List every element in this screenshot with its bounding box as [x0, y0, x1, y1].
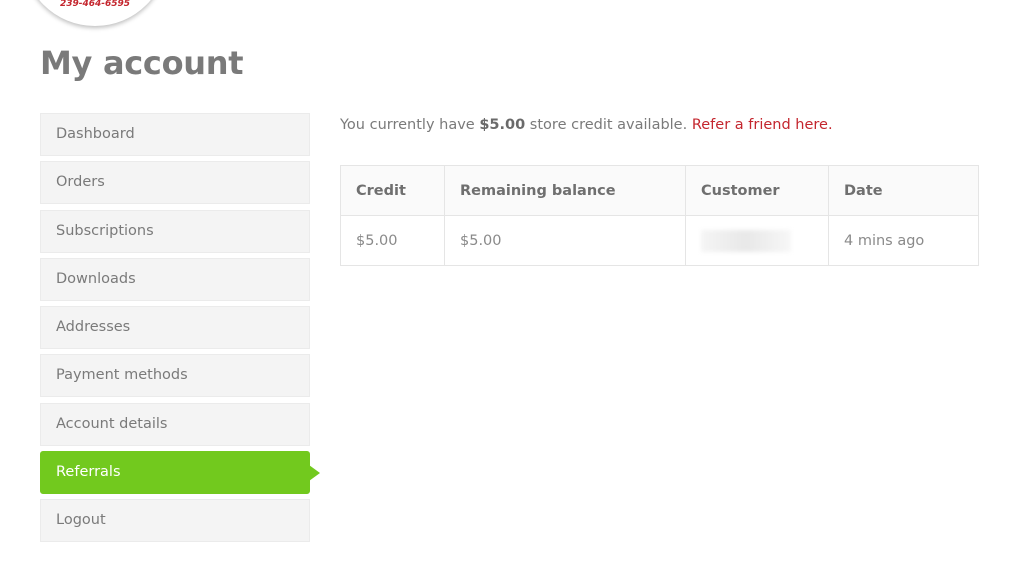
column-header-credit: Credit [340, 165, 445, 216]
cell-date: 4 mins ago [828, 215, 979, 266]
store-credit-message: You currently have $5.00 store credit av… [340, 117, 833, 133]
logo-phone: 239-464-6595 [59, 0, 131, 9]
account-navigation: Dashboard Orders Subscriptions Downloads… [40, 113, 322, 548]
column-header-date: Date [828, 165, 979, 216]
nav-item-logout[interactable]: Logout [40, 499, 310, 543]
nav-item-downloads[interactable]: Downloads [40, 257, 310, 301]
table-header-row: Credit Remaining balance Customer Date [340, 165, 979, 216]
column-header-remaining-balance: Remaining balance [444, 165, 686, 216]
redacted-customer [701, 229, 791, 252]
nav-item-payment-methods[interactable]: Payment methods [40, 354, 310, 398]
column-header-customer: Customer [685, 165, 829, 216]
cell-credit: $5.00 [340, 215, 445, 266]
refer-friend-link[interactable]: Refer a friend here. [692, 117, 833, 133]
nav-item-referrals[interactable]: Referrals [40, 450, 322, 496]
store-logo[interactable]: 239-464-6595 [22, 0, 168, 26]
message-suffix: store credit available. [525, 117, 692, 133]
referrals-table: Credit Remaining balance Customer Date $… [340, 165, 979, 266]
nav-item-orders[interactable]: Orders [40, 161, 310, 205]
nav-item-dashboard[interactable]: Dashboard [40, 113, 310, 156]
nav-item-subscriptions[interactable]: Subscriptions [40, 209, 310, 253]
nav-item-addresses[interactable]: Addresses [40, 306, 310, 350]
nav-item-account-details[interactable]: Account details [40, 402, 310, 446]
page-title: My account [40, 44, 244, 82]
cell-customer [685, 215, 829, 266]
table-row: $5.00 $5.00 4 mins ago [340, 215, 979, 266]
credit-amount: $5.00 [479, 117, 526, 133]
message-prefix: You currently have [340, 117, 480, 133]
cell-remaining-balance: $5.00 [444, 215, 686, 266]
